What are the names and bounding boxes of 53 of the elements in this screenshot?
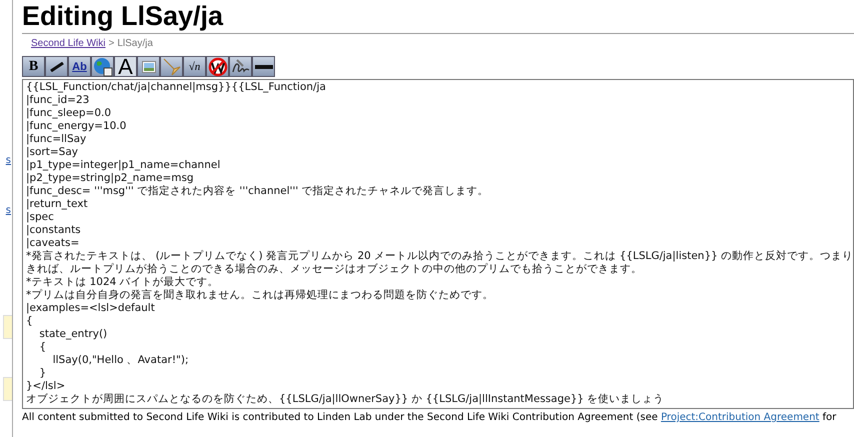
sidebar-panel bbox=[3, 377, 12, 401]
headline-button[interactable]: A bbox=[114, 56, 137, 77]
code-line: { bbox=[38, 341, 48, 354]
agreement-link[interactable]: Project:Contribution Agreement bbox=[660, 412, 820, 423]
image-icon bbox=[142, 60, 156, 72]
code-line: *発言されたテキストは、 (ルートプリムでなく) 発言元プリムから 20 メートル以内でのみ拾うことができます。これは {{LSLG/ja|listen}} の動作と反対です。つまり bbox=[26, 250, 850, 263]
code-line: } bbox=[38, 367, 48, 380]
code-line: }</lsl> bbox=[26, 380, 66, 393]
code-line: state_entry() bbox=[38, 328, 108, 341]
code-line: |sort=Say bbox=[26, 146, 79, 159]
signature-icon bbox=[230, 58, 250, 76]
code-line: |p2_type=string|p2_name=msg bbox=[26, 172, 195, 185]
horn-icon bbox=[162, 56, 182, 76]
signature-button[interactable] bbox=[229, 56, 252, 77]
code-line: |spec bbox=[26, 211, 55, 224]
code-line: *テキストは 1024 バイトが最大です。 bbox=[26, 276, 220, 289]
code-line: |func_sleep=0.0 bbox=[26, 107, 112, 120]
code-line: |caveats= bbox=[26, 237, 80, 250]
license-notice: All content submitted to Second Life Wiki is contributed to Linden Lab under the Second Life Wiki Contribution Agreement (see Project:Contribution Agreement for bbox=[22, 412, 838, 423]
rule-button[interactable] bbox=[252, 56, 275, 77]
code-line: {{LSL_Function/chat/ja|channel|msg}}{{LSL_Function/ja bbox=[26, 81, 327, 94]
math-button[interactable]: √n bbox=[183, 56, 206, 77]
code-line: { bbox=[26, 315, 34, 328]
code-line: オブジェクトが周囲にスパムとなるのを防ぐため、{{LSLG/ja|llOwnerSay}} か {{LSLG/ja|llInstantMessage}} を使いましょう bbox=[26, 393, 666, 406]
code-line: |func_id=23 bbox=[26, 94, 90, 107]
code-line: |p1_type=integer|p1_name=channel bbox=[26, 159, 222, 172]
media-button[interactable] bbox=[160, 56, 183, 77]
code-line: llSay(0,"Hello 、Avatar!"); bbox=[52, 354, 190, 367]
link-button[interactable]: Ab bbox=[68, 56, 91, 77]
italic-button[interactable] bbox=[45, 56, 68, 77]
globe-button[interactable] bbox=[91, 56, 114, 77]
code-line: |examples=<lsl>default bbox=[26, 302, 156, 315]
breadcrumb-current: LlSay/ja bbox=[117, 38, 153, 51]
breadcrumb-separator: > bbox=[108, 38, 114, 51]
code-line: |func=llSay bbox=[26, 133, 88, 146]
code-line: |constants bbox=[26, 224, 82, 237]
code-line: *プリムは自分自身の発言を聞き取れません。これは再帰処理にまつわる問題を防ぐためです。 bbox=[26, 289, 494, 302]
globe-icon bbox=[92, 56, 112, 76]
code-line: |func_energy=10.0 bbox=[26, 120, 128, 133]
sidebar-link[interactable]: s bbox=[6, 205, 11, 217]
code-line: きれば、ルートプリムが拾うことのできる場合のみ、メッセージはオブジェクトの中の他のプリムでも拾うことができます。 bbox=[26, 263, 643, 276]
sidebar-link[interactable]: s bbox=[6, 155, 11, 167]
no-sign-icon bbox=[208, 56, 228, 76]
wikitext-editor[interactable] bbox=[22, 79, 854, 409]
breadcrumb-link[interactable]: Second Life Wiki bbox=[31, 38, 106, 52]
bold-button[interactable]: B bbox=[22, 56, 45, 77]
nowiki-button[interactable] bbox=[206, 56, 229, 77]
code-line: |func_desc= '''msg''' で指定された内容を '''channel''' で指定されたチャネルで発言します。 bbox=[26, 185, 490, 198]
image-button[interactable] bbox=[137, 56, 160, 77]
code-line: |return_text bbox=[26, 198, 89, 211]
slash-icon bbox=[50, 62, 64, 72]
sidebar-panel bbox=[3, 315, 12, 339]
page-title: Editing LlSay/ja bbox=[22, 0, 854, 34]
